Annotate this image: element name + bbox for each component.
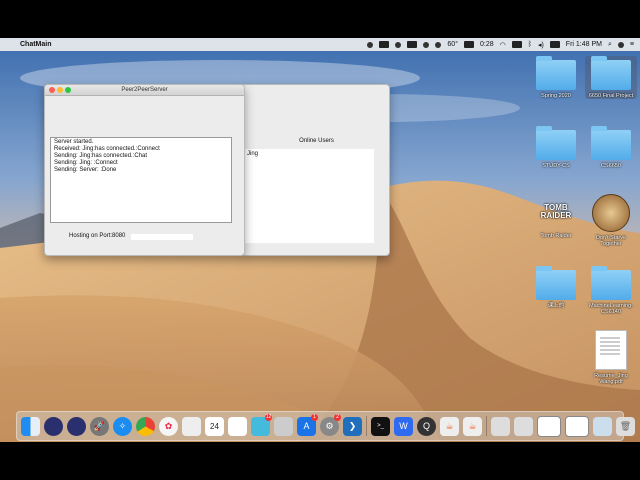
desktop-item-label: Spring 2020 [541, 93, 571, 99]
wps-icon[interactable]: W [394, 416, 413, 436]
siri-icon[interactable] [617, 41, 624, 48]
bluetooth-icon[interactable]: ᛒ [528, 41, 532, 48]
pdf-file-icon [595, 330, 627, 370]
volume-icon[interactable]: ◂) [538, 41, 544, 49]
desktop-item-tomb-raider[interactable]: TOMB RAIDER Tomb Raider [530, 194, 582, 240]
desktop-item-machine-learning[interactable]: MachineLearning-CS6140 [585, 266, 637, 315]
folder-icon [591, 126, 631, 160]
search-icon[interactable]: ⌕ [608, 41, 612, 49]
menu-bar: ChatMain 60° 0:28 ◠ ᛒ ◂) Fri 1:48 PM ⌕ ≡ [0, 38, 640, 51]
dropbox-icon[interactable] [423, 41, 430, 48]
desktop-item-chinese-folder[interactable]: 课上的 [530, 266, 582, 309]
dock-separator [486, 416, 487, 436]
app-store-icon[interactable]: A 1 [297, 413, 318, 436]
desktop-item-6650-final-project[interactable]: 6650 Final Project [585, 56, 637, 99]
clock-text[interactable]: Fri 1:48 PM [566, 41, 602, 48]
folder-icon [591, 266, 631, 300]
preview-icon[interactable] [274, 416, 293, 436]
log-line: Server started. [54, 139, 94, 145]
desktop-item-label: CS6650 [601, 163, 621, 169]
dock-separator [366, 416, 367, 436]
online-users-title: Online Users [299, 138, 334, 144]
app-store-badge: 1 [311, 413, 318, 421]
pdf-icon[interactable] [407, 41, 418, 48]
wifi-icon[interactable]: ◠ [500, 41, 506, 49]
safari-icon[interactable]: ✧ [113, 416, 132, 436]
screenshot-stack-icon[interactable] [593, 416, 612, 436]
desktop-item-label: STUDY-CS [542, 163, 570, 169]
messages-badge: 12 [265, 413, 272, 421]
desktop-item-resume-pdf[interactable]: Resume_Jing Wang.pdf [585, 330, 637, 385]
cloud-icon[interactable] [395, 41, 402, 48]
calendar-icon[interactable]: 24 [205, 416, 224, 436]
desktop: ChatMain 60° 0:28 ◠ ᛒ ◂) Fri 1:48 PM ⌕ ≡ [0, 38, 640, 442]
desktop-item-label: Tomb Raider [540, 233, 572, 239]
temperature-text[interactable]: 60° [447, 41, 458, 48]
battery-icon[interactable] [464, 41, 474, 48]
system-preferences-icon[interactable]: ⚙ 2 [320, 413, 341, 436]
desktop-item-label: Resume_Jing Wang.pdf [594, 373, 628, 385]
server-log[interactable]: Server started. Received: Jing:has connec… [50, 137, 232, 223]
document-stack-icon[interactable] [514, 416, 533, 436]
desktop-item-label: 6650 Final Project [588, 93, 634, 99]
vscode-icon[interactable]: ❯ [343, 416, 362, 436]
close-button[interactable] [49, 87, 55, 93]
contacts-icon[interactable] [182, 416, 201, 436]
dock: 🚀 ✧ ✿ 24 12 A 1 ⚙ 2 ❯ >_ W Q ☕ ☕ 🗑 [16, 411, 635, 441]
flag-icon[interactable] [511, 41, 522, 48]
desktop-item-label: Don't Starve Together [595, 235, 627, 247]
eclipse-icon[interactable] [44, 416, 63, 436]
log-line: Received: Jing:has connected.:Connect [54, 146, 160, 152]
battery-time-text[interactable]: 0:28 [480, 41, 494, 48]
messages-icon[interactable]: 12 [251, 413, 272, 436]
hosting-port-label: Hosting on Port:8080 [69, 233, 126, 239]
display-icon[interactable] [549, 41, 560, 48]
desktop-item-cs6650[interactable]: CS6650 [585, 126, 637, 169]
log-line: Sending: Jing: :Connect [54, 160, 118, 166]
chrome-icon[interactable] [136, 416, 155, 436]
folder-icon [536, 56, 576, 90]
downloads-stack-icon[interactable] [491, 416, 510, 436]
desktop-item-spring-2020[interactable]: Spring 2020 [530, 56, 582, 99]
terminal-icon[interactable]: >_ [371, 416, 390, 436]
minimized-window-icon[interactable] [537, 415, 561, 437]
minimized-window-alt-icon[interactable] [565, 415, 589, 437]
hosting-status-field [131, 234, 193, 240]
online-users-list[interactable]: Jing [244, 149, 374, 243]
tomb-raider-icon: TOMB RAIDER [540, 203, 572, 220]
reminders-icon[interactable] [228, 416, 247, 436]
trash-icon[interactable]: 🗑 [616, 416, 635, 436]
eclipse-alt-icon[interactable] [67, 416, 86, 436]
folder-icon [591, 56, 631, 90]
desktop-item-dont-starve[interactable]: Don't Starve Together [585, 194, 637, 247]
dont-starve-icon [592, 194, 630, 232]
log-line: Sending: Server: :Done [54, 167, 117, 173]
finder-icon[interactable] [21, 416, 40, 436]
photos-icon[interactable]: ✿ [159, 416, 178, 436]
java-icon[interactable]: ☕ [440, 416, 459, 436]
quicktime-icon[interactable]: Q [417, 416, 436, 436]
server-window: Peer2PeerServer Server started. Received:… [44, 84, 245, 256]
preferences-badge: 2 [334, 413, 341, 421]
zoom-button[interactable] [65, 87, 71, 93]
weather-icon[interactable] [435, 41, 442, 48]
desktop-item-label: 课上的 [547, 303, 565, 309]
notification-center-icon[interactable]: ≡ [630, 41, 634, 48]
desktop-item-study-cs[interactable]: STUDY-CS [530, 126, 582, 169]
launchpad-icon[interactable]: 🚀 [90, 416, 109, 436]
app-menu-name[interactable]: ChatMain [20, 41, 52, 48]
server-window-titlebar[interactable]: Peer2PeerServer [45, 85, 244, 96]
folder-icon [536, 126, 576, 160]
minimize-button[interactable] [57, 87, 63, 93]
desktop-item-label: MachineLearning-CS6140 [588, 303, 634, 315]
java-alt-icon[interactable]: ☕ [463, 416, 482, 436]
folder-icon [536, 266, 576, 300]
record-icon[interactable] [367, 41, 374, 48]
log-line: Sending: Jing:has connected.:Chat [54, 153, 148, 159]
screen-icon[interactable] [379, 41, 390, 48]
online-users-window: Online Users Jing [243, 84, 390, 256]
server-window-title: Peer2PeerServer [121, 87, 168, 93]
online-user-item[interactable]: Jing [247, 151, 371, 157]
menu-bar-status: 60° 0:28 ◠ ᛒ ◂) Fri 1:48 PM ⌕ ≡ [367, 41, 634, 49]
